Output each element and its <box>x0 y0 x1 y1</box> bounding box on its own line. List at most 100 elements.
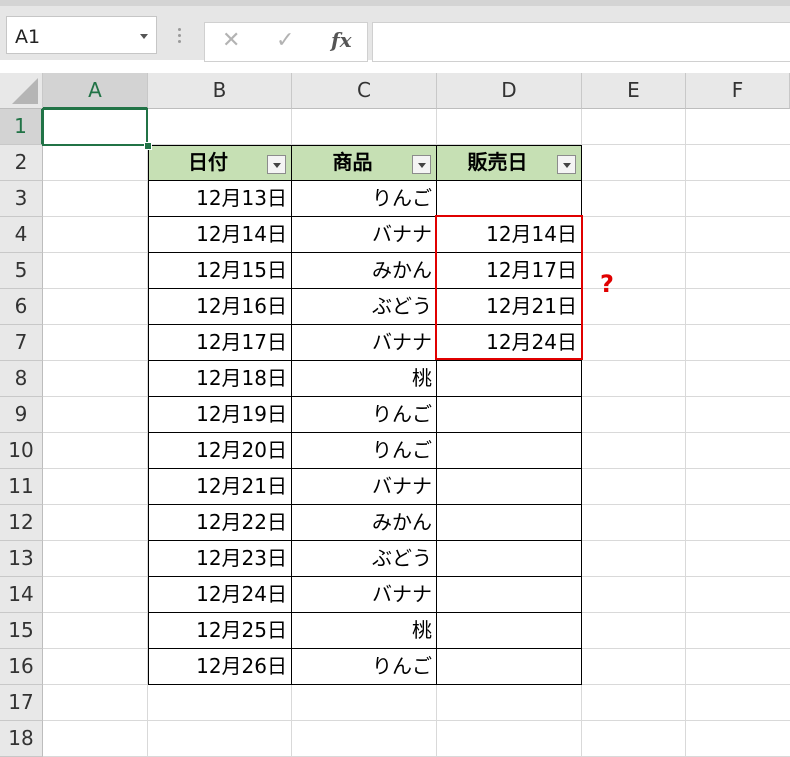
table-cell[interactable] <box>437 433 582 469</box>
row-header-5[interactable]: 5 <box>0 253 43 289</box>
table-cell[interactable]: 12月26日 <box>148 649 292 685</box>
table-border <box>148 576 582 577</box>
insert-function-icon[interactable]: fx <box>331 28 352 52</box>
table-cell[interactable]: 12月14日 <box>148 217 292 253</box>
question-mark: ? <box>600 270 614 298</box>
table-cell[interactable]: 12月25日 <box>148 613 292 649</box>
table-cell[interactable]: ぶどう <box>292 289 437 325</box>
table-cell[interactable]: 12月17日 <box>148 325 292 361</box>
table-cell[interactable] <box>437 505 582 541</box>
table-cell[interactable]: 桃 <box>292 361 437 397</box>
row-header-6[interactable]: 6 <box>0 289 43 325</box>
table-header-label: 商品 <box>332 150 373 174</box>
table-cell[interactable]: 12月16日 <box>148 289 292 325</box>
table-cell[interactable] <box>437 469 582 505</box>
row-header-16[interactable]: 16 <box>0 649 43 685</box>
table-border <box>148 396 582 397</box>
table-border <box>148 432 582 433</box>
table-cell[interactable]: みかん <box>292 505 437 541</box>
table-border <box>148 540 582 541</box>
select-all-icon <box>12 78 38 104</box>
highlight-box <box>435 215 583 360</box>
formula-input[interactable] <box>372 22 790 62</box>
table-cell[interactable]: 12月23日 <box>148 541 292 577</box>
table-header-cell[interactable]: 販売日 <box>437 145 582 181</box>
table-border <box>148 504 582 505</box>
row-header-1[interactable]: 1 <box>0 109 43 145</box>
table-header-label: 販売日 <box>467 150 528 174</box>
column-header-e[interactable]: E <box>582 73 686 109</box>
column-header-c[interactable]: C <box>292 73 437 109</box>
name-box-value: A1 <box>15 26 41 48</box>
table-cell[interactable] <box>437 181 582 217</box>
filter-dropdown-icon[interactable] <box>412 155 431 174</box>
formula-toolbar: A1 ✕ ✓ fx <box>0 0 790 62</box>
table-cell[interactable]: りんご <box>292 649 437 685</box>
table-cell[interactable]: 12月24日 <box>148 577 292 613</box>
table-cell[interactable]: ぶどう <box>292 541 437 577</box>
column-header-a[interactable]: A <box>43 73 148 109</box>
row-header-10[interactable]: 10 <box>0 433 43 469</box>
table-cell[interactable]: バナナ <box>292 217 437 253</box>
table-cell[interactable]: 12月15日 <box>148 253 292 289</box>
table-cell[interactable]: バナナ <box>292 325 437 361</box>
chevron-down-icon[interactable] <box>140 34 148 39</box>
active-cell-selection[interactable] <box>42 108 148 146</box>
row-header-8[interactable]: 8 <box>0 361 43 397</box>
enter-icon[interactable]: ✓ <box>276 28 294 54</box>
table-header-label: 日付 <box>188 150 228 174</box>
filter-dropdown-icon[interactable] <box>267 155 286 174</box>
table-cell[interactable] <box>437 577 582 613</box>
row-header-2[interactable]: 2 <box>0 145 43 181</box>
row-header-4[interactable]: 4 <box>0 217 43 253</box>
formula-buttons: ✕ ✓ fx <box>204 22 368 62</box>
row-header-9[interactable]: 9 <box>0 397 43 433</box>
cancel-icon[interactable]: ✕ <box>222 28 240 54</box>
table-header-cell[interactable]: 商品 <box>292 145 437 181</box>
table-cell[interactable] <box>437 397 582 433</box>
gridline-vertical <box>685 109 686 757</box>
table-cell[interactable] <box>437 541 582 577</box>
table-cell[interactable]: 12月19日 <box>148 397 292 433</box>
fill-handle[interactable] <box>144 142 152 150</box>
table-header-cell[interactable]: 日付 <box>148 145 292 181</box>
table-cell[interactable]: 桃 <box>292 613 437 649</box>
table-cell[interactable]: バナナ <box>292 577 437 613</box>
gridline-horizontal <box>43 720 790 721</box>
row-header-14[interactable]: 14 <box>0 577 43 613</box>
row-header-7[interactable]: 7 <box>0 325 43 361</box>
table-cell[interactable]: 12月22日 <box>148 505 292 541</box>
table-border <box>148 612 582 613</box>
drag-handle-icon[interactable] <box>178 28 182 46</box>
row-header-13[interactable]: 13 <box>0 541 43 577</box>
table-cell[interactable] <box>437 361 582 397</box>
table-cell[interactable]: 12月18日 <box>148 361 292 397</box>
row-header-18[interactable]: 18 <box>0 721 43 757</box>
table-cell[interactable]: りんご <box>292 433 437 469</box>
table-cell[interactable]: みかん <box>292 253 437 289</box>
column-header-f[interactable]: F <box>686 73 790 109</box>
row-header-3[interactable]: 3 <box>0 181 43 217</box>
table-cell[interactable] <box>437 613 582 649</box>
table-cell[interactable]: 12月20日 <box>148 433 292 469</box>
table-cell[interactable]: りんご <box>292 397 437 433</box>
table-cell[interactable]: 12月21日 <box>148 469 292 505</box>
table-border <box>148 648 582 649</box>
column-header-d[interactable]: D <box>437 73 582 109</box>
table-border <box>148 145 582 146</box>
row-header-11[interactable]: 11 <box>0 469 43 505</box>
table-border <box>148 360 582 361</box>
row-header-15[interactable]: 15 <box>0 613 43 649</box>
column-header-b[interactable]: B <box>148 73 292 109</box>
select-all-button[interactable] <box>0 73 43 109</box>
table-border <box>148 684 582 685</box>
name-box[interactable]: A1 <box>6 16 157 54</box>
table-cell[interactable]: 12月13日 <box>148 181 292 217</box>
table-cell[interactable]: バナナ <box>292 469 437 505</box>
row-header-17[interactable]: 17 <box>0 685 43 721</box>
row-header-12[interactable]: 12 <box>0 505 43 541</box>
table-border <box>291 145 292 685</box>
table-cell[interactable]: りんご <box>292 181 437 217</box>
table-cell[interactable] <box>437 649 582 685</box>
filter-dropdown-icon[interactable] <box>557 155 576 174</box>
